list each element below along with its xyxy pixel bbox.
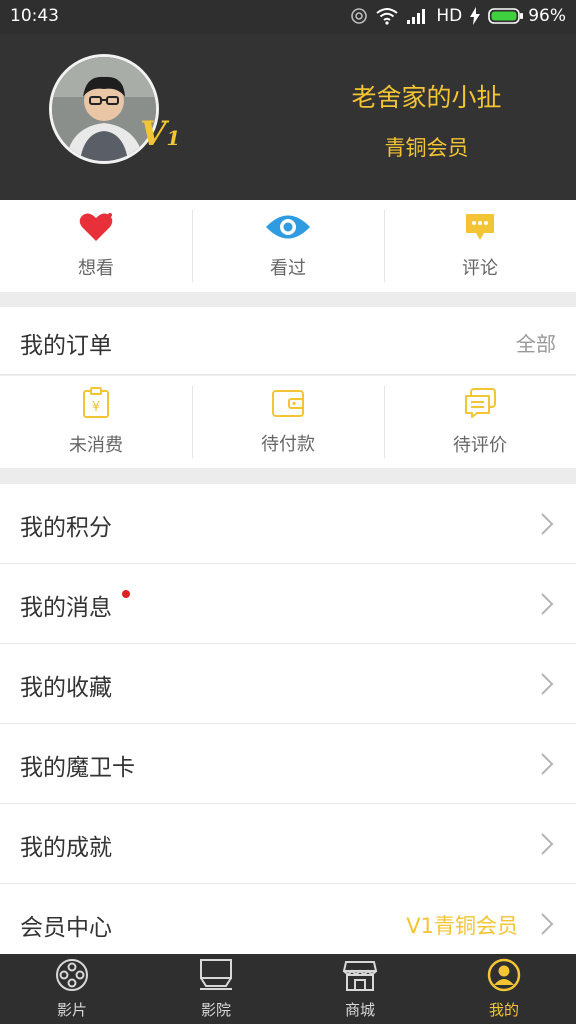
unused-orders-button[interactable]: ¥ 未消费 <box>0 376 192 468</box>
comment-icon <box>464 212 496 246</box>
menu-item-messages[interactable]: 我的消息 <box>0 564 576 644</box>
unused-orders-label: 未消费 <box>69 435 123 456</box>
charging-icon <box>470 7 481 25</box>
comments-button[interactable]: 评论 <box>384 200 576 292</box>
chevron-right-icon <box>540 832 554 860</box>
status-bar: 10:43 HD 96% <box>0 0 576 34</box>
wifi-icon <box>376 7 398 25</box>
my-orders-header[interactable]: 我的订单 全部 <box>0 307 576 375</box>
watched-button[interactable]: 看过 <box>192 200 384 292</box>
svg-text:¥: ¥ <box>92 400 100 415</box>
member-level-value: V1青铜会员 <box>406 914 518 938</box>
battery-percent: 96% <box>528 6 566 26</box>
review-icon <box>463 387 497 423</box>
unread-dot <box>122 590 130 598</box>
menu-item-label: 我的消息 <box>20 595 112 621</box>
eye-icon <box>264 212 312 246</box>
want-to-watch-button[interactable]: 想看 <box>0 200 192 292</box>
vip-level-badge: V1 <box>140 114 181 154</box>
chevron-right-icon <box>540 672 554 700</box>
menu-item-member-center[interactable]: 会员中心 V1青铜会员 <box>0 884 576 964</box>
pending-payment-button[interactable]: 待付款 <box>192 376 384 468</box>
tab-cinemas[interactable]: 影院 <box>144 954 288 1024</box>
ticket-icon: ¥ <box>82 387 110 423</box>
signal-icon <box>406 8 428 24</box>
chevron-right-icon <box>540 752 554 780</box>
menu-item-label: 我的成就 <box>20 835 112 861</box>
network-type: HD <box>436 6 463 26</box>
menu-item-favorites[interactable]: 我的收藏 <box>0 644 576 724</box>
watched-label: 看过 <box>270 258 306 279</box>
menu-list: 我的积分 我的消息 我的收藏 我的魔卫卡 我的成就 会员中心 V1青铜会员 <box>0 484 576 964</box>
film-reel-icon <box>55 958 89 996</box>
menu-item-card[interactable]: 我的魔卫卡 <box>0 724 576 804</box>
menu-item-label: 会员中心 <box>20 915 112 941</box>
tab-label: 影片 <box>56 1001 87 1019</box>
battery-indicator: 96% <box>488 6 566 26</box>
menu-item-label: 我的积分 <box>20 515 112 541</box>
pending-review-label: 待评价 <box>453 435 507 456</box>
my-orders-title: 我的订单 <box>20 333 112 359</box>
menu-item-achievements[interactable]: 我的成就 <box>0 804 576 884</box>
want-to-watch-label: 想看 <box>78 258 114 279</box>
comments-label: 评论 <box>462 258 498 279</box>
tab-store[interactable]: 商城 <box>288 954 432 1024</box>
quick-actions: 想看 看过 评论 <box>0 200 576 292</box>
chevron-right-icon <box>540 912 554 940</box>
cinema-screen-icon <box>198 958 234 996</box>
chevron-right-icon <box>540 592 554 620</box>
status-time: 10:43 <box>10 6 59 26</box>
order-status-row: ¥ 未消费 待付款 待评价 <box>0 376 576 468</box>
store-icon <box>342 958 378 996</box>
user-icon <box>487 958 521 996</box>
member-level: 青铜会员 <box>384 136 469 160</box>
tab-label: 我的 <box>488 1001 519 1019</box>
tab-movies[interactable]: 影片 <box>0 954 144 1024</box>
menu-item-label: 我的魔卫卡 <box>20 755 135 781</box>
chevron-right-icon <box>540 512 554 540</box>
profile-header: V1 老舍家的小扯 青铜会员 <box>0 34 576 200</box>
alarm-icon <box>350 7 368 25</box>
pending-payment-label: 待付款 <box>261 434 315 455</box>
wallet-icon <box>271 388 305 422</box>
tab-label: 影院 <box>200 1001 231 1019</box>
tab-label: 商城 <box>344 1001 375 1019</box>
battery-icon <box>488 8 524 24</box>
heart-icon <box>79 212 113 246</box>
bottom-tab-bar: 影片 影院 商城 我的 <box>0 954 576 1024</box>
pending-review-button[interactable]: 待评价 <box>384 376 576 468</box>
all-orders-link[interactable]: 全部 <box>516 328 556 357</box>
menu-item-points[interactable]: 我的积分 <box>0 484 576 564</box>
tab-mine[interactable]: 我的 <box>432 954 576 1024</box>
menu-item-label: 我的收藏 <box>20 675 112 701</box>
username[interactable]: 老舍家的小扯 <box>300 78 553 114</box>
